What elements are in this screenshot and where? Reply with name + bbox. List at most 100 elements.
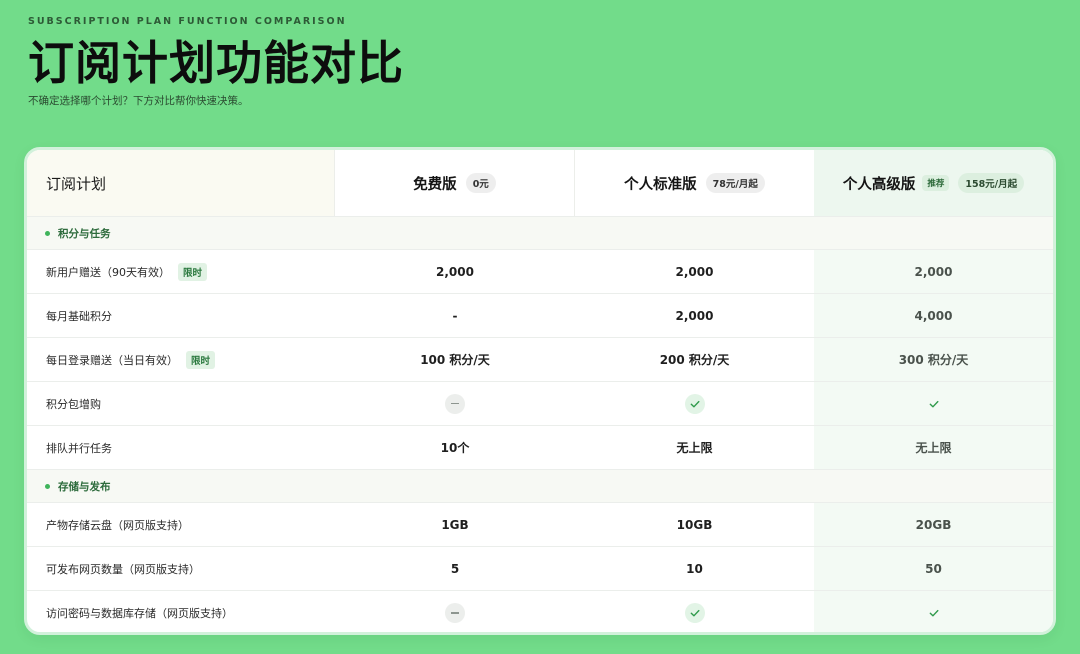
table-row: 访问密码与数据库存储（网页版支持） xyxy=(27,591,1053,632)
plan-value: 2,000 xyxy=(914,264,953,279)
plan-value-cell: 2,000 xyxy=(335,250,575,293)
feature-label-cell: 排队并行任务 xyxy=(27,426,335,469)
feature-label: 每日登录赠送（当日有效） xyxy=(46,353,178,367)
section-dot-icon xyxy=(45,230,50,236)
feature-label-cell: 每日登录赠送（当日有效） 限时 xyxy=(27,338,335,381)
plan-value-cell: 10个 xyxy=(335,426,575,469)
plan-value-cell: 200 积分/天 xyxy=(575,338,814,381)
plan-value-cell xyxy=(814,382,1053,425)
plan-value-cell: 50 xyxy=(814,547,1053,590)
check-icon xyxy=(924,603,944,623)
table-row: 可发布网页数量（网页版支持） 5 10 50 xyxy=(27,547,1053,591)
feature-label: 新用户赠送（90天有效） xyxy=(46,265,170,279)
table-body: 积分与任务 新用户赠送（90天有效） 限时 2,000 2,000 2,000 每月基础积分… xyxy=(27,217,1053,632)
plan-value: 2,000 xyxy=(436,264,474,279)
limited-time-tag: 限时 xyxy=(178,262,208,281)
plan-price-badge: 158元/月起 xyxy=(958,173,1025,193)
plan-value-cell: 2,000 xyxy=(575,250,814,293)
plan-value: 10 xyxy=(686,561,703,576)
table-row: 产物存储云盘（网页版支持） 1GB 10GB 20GB xyxy=(27,503,1053,547)
table-row: 每日登录赠送（当日有效） 限时 100 积分/天 200 积分/天 300 积分/天 xyxy=(27,338,1053,382)
plan-value-cell: 1GB xyxy=(335,503,575,546)
page-title: 订阅计划功能对比 xyxy=(28,36,404,90)
plan-value-cell: 无上限 xyxy=(814,426,1053,469)
plan-value-cell xyxy=(335,382,575,425)
plan-value: 20GB xyxy=(915,517,952,532)
plan-value: 10个 xyxy=(440,441,470,455)
plan-value: 1GB xyxy=(441,517,469,532)
plan-header-standard[interactable]: 个人标准版 78元/月起 xyxy=(575,150,814,216)
plan-value: 50 xyxy=(925,561,942,576)
section-title: 积分与任务 xyxy=(27,217,111,249)
plan-name: 免费版 xyxy=(413,176,457,193)
plan-value-cell xyxy=(335,591,575,632)
plan-value: 4,000 xyxy=(914,308,953,323)
plan-value-cell: 10 xyxy=(575,547,814,590)
section-dot-icon xyxy=(45,483,50,489)
check-icon xyxy=(924,394,944,414)
plan-price-badge: 78元/月起 xyxy=(705,173,765,193)
recommended-badge: 推荐 xyxy=(922,175,950,191)
plan-value-cell: 10GB xyxy=(575,503,814,546)
limited-time-tag: 限时 xyxy=(186,350,216,369)
plan-value-cell: - xyxy=(335,294,575,337)
plan-header-free[interactable]: 免费版 0元 xyxy=(335,150,575,216)
section-header-row: 积分与任务 xyxy=(27,217,1053,250)
plan-value: 2,000 xyxy=(675,264,714,279)
section-header-row: 存储与发布 xyxy=(27,470,1053,503)
plan-value-cell: 4,000 xyxy=(814,294,1053,337)
feature-label: 每月基础积分 xyxy=(46,309,112,323)
plan-value: 无上限 xyxy=(676,441,713,455)
page-eyebrow: SUBSCRIPTION PLAN FUNCTION COMPARISON xyxy=(28,16,347,27)
feature-label: 访问密码与数据库存储（网页版支持） xyxy=(46,607,233,620)
feature-label-cell: 新用户赠送（90天有效） 限时 xyxy=(27,250,335,293)
feature-label: 可发布网页数量（网页版支持） xyxy=(46,562,200,576)
table-row: 积分包增购 xyxy=(27,382,1053,426)
plan-price-badge: 0元 xyxy=(465,173,496,193)
plan-value: - xyxy=(452,308,458,323)
check-icon xyxy=(684,603,705,623)
section-title-text: 积分与任务 xyxy=(58,227,111,240)
plan-value: 2,000 xyxy=(675,308,714,323)
page-subtitle: 不确定选择哪个计划？下方对比帮你快速决策。 xyxy=(28,95,249,107)
feature-label-cell: 积分包增购 xyxy=(27,382,335,425)
plan-value: 无上限 xyxy=(915,441,952,455)
plan-value-cell: 300 积分/天 xyxy=(814,338,1053,381)
feature-label: 排队并行任务 xyxy=(46,441,112,455)
table-row: 排队并行任务 10个 无上限 无上限 xyxy=(27,426,1053,470)
feature-label-cell: 访问密码与数据库存储（网页版支持） xyxy=(27,591,335,632)
table-row: 每月基础积分 - 2,000 4,000 xyxy=(27,294,1053,338)
plan-value-cell: 无上限 xyxy=(575,426,814,469)
plan-value-cell: 2,000 xyxy=(814,250,1053,293)
plan-value-cell xyxy=(575,591,814,632)
section-title-text: 存储与发布 xyxy=(58,480,111,493)
plan-value: 200 积分/天 xyxy=(659,353,730,367)
plan-header-premium[interactable]: 个人高级版 推荐 158元/月起 xyxy=(814,150,1053,216)
feature-label-cell: 产物存储云盘（网页版支持） xyxy=(27,503,335,546)
plan-value-cell: 100 积分/天 xyxy=(335,338,575,381)
plan-value-cell: 5 xyxy=(335,547,575,590)
feature-label-cell: 每月基础积分 xyxy=(27,294,335,337)
feature-label: 积分包增购 xyxy=(46,397,101,411)
check-icon xyxy=(684,393,705,414)
feature-label: 产物存储云盘（网页版支持） xyxy=(46,518,189,532)
plan-value: 5 xyxy=(450,561,460,576)
plan-value-cell xyxy=(575,382,814,425)
dash-icon xyxy=(445,603,465,623)
page-header: SUBSCRIPTION PLAN FUNCTION COMPARISON 订阅… xyxy=(28,14,928,108)
section-title: 存储与发布 xyxy=(27,470,111,502)
plan-value: 300 积分/天 xyxy=(898,353,969,367)
table-row: 新用户赠送（90天有效） 限时 2,000 2,000 2,000 xyxy=(27,250,1053,294)
plan-value: 10GB xyxy=(676,517,713,532)
plan-name: 个人高级版 xyxy=(842,176,916,193)
table-corner-label: 订阅计划 xyxy=(27,150,335,216)
dash-icon xyxy=(445,393,465,414)
plan-value-cell: 2,000 xyxy=(575,294,814,337)
plan-value-cell: 20GB xyxy=(814,503,1053,546)
plan-value-cell xyxy=(814,591,1053,632)
feature-label-cell: 可发布网页数量（网页版支持） xyxy=(27,547,335,590)
table-header-row: 订阅计划 免费版 0元 个人标准版 78元/月起 个人高级版 推荐 158元/月… xyxy=(27,150,1053,217)
plan-name: 个人标准版 xyxy=(624,176,697,193)
plan-value: 100 积分/天 xyxy=(420,353,490,367)
comparison-table-card: 订阅计划 免费版 0元 个人标准版 78元/月起 个人高级版 推荐 158元/月… xyxy=(24,147,1056,635)
